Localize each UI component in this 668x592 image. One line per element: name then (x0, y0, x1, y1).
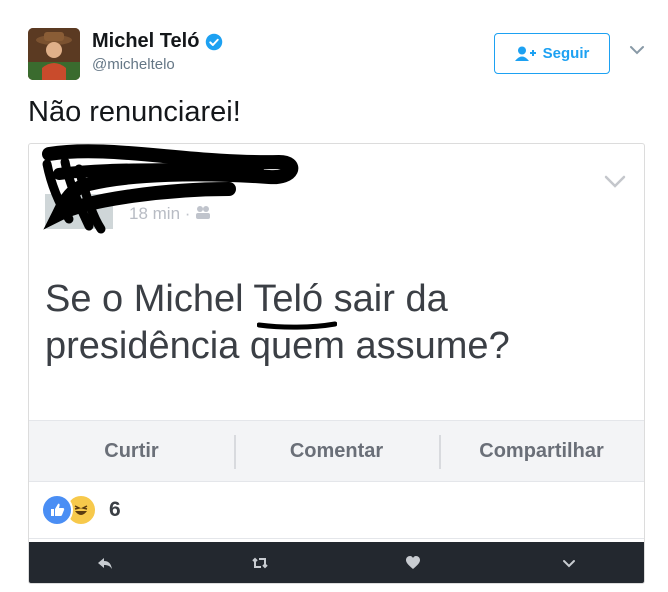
post-time-text: 18 min (129, 204, 181, 223)
post-actions-bar: Curtir Comentar Compartilhar (29, 420, 644, 482)
post-options-chevron-icon (604, 175, 626, 188)
follow-label: Seguir (542, 45, 590, 62)
post-text-line-2: presidência quem assume? (45, 325, 510, 367)
chevron-down-icon[interactable] (628, 44, 646, 56)
follow-button[interactable]: Seguir (494, 33, 610, 74)
author-avatar[interactable] (28, 28, 80, 80)
chevron-down-icon[interactable] (560, 554, 578, 572)
redaction-scribble (42, 144, 299, 234)
reactions-summary: 6 (41, 494, 121, 526)
thumbs-up-icon (41, 494, 73, 526)
action-like: Curtir (104, 439, 159, 462)
action-share: Compartilhar (439, 421, 644, 481)
tweet-media-image[interactable]: 18 min · Se o Michel Teló sair da presid… (28, 143, 645, 584)
author-name[interactable]: Michel Teló (92, 30, 223, 53)
add-user-icon (514, 46, 536, 61)
reply-icon[interactable] (96, 554, 114, 572)
reaction-count: 6 (109, 498, 121, 521)
verified-badge-icon (206, 33, 223, 50)
post-text-line-1: Se o Michel Teló sair da (45, 278, 448, 320)
divider (29, 538, 644, 539)
author-name-text[interactable]: Michel Teló (92, 30, 199, 53)
friends-icon (196, 206, 211, 219)
author-handle[interactable]: @micheltelo (92, 56, 175, 73)
media-action-bar (29, 542, 644, 583)
tweet-text: Não renunciarei! (28, 96, 241, 128)
post-header: 18 min · (29, 144, 644, 244)
post-time: 18 min · (129, 204, 211, 224)
retweet-icon[interactable] (251, 554, 269, 572)
handwritten-underline (257, 321, 337, 330)
heart-icon[interactable] (404, 554, 422, 572)
action-comment: Comentar (234, 421, 439, 481)
